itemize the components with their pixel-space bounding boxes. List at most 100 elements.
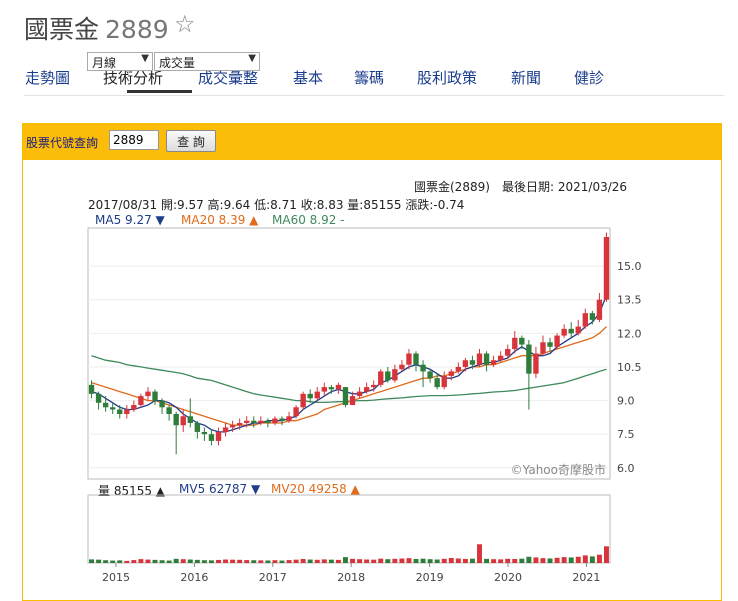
volume-bar [371, 559, 377, 563]
candle-body [173, 414, 179, 426]
price-tick-label: 12.0 [617, 327, 642, 340]
candle-body [166, 407, 172, 415]
year-tick-label: 2021 [572, 571, 600, 584]
volume-bar [286, 560, 292, 563]
candle-body [342, 387, 349, 406]
candle-body [138, 396, 144, 406]
volume-bar [279, 560, 285, 563]
volume-bar [441, 558, 447, 563]
volume-bars [89, 544, 609, 563]
volume-bar [272, 560, 278, 563]
volume-bar [265, 560, 271, 563]
candle-body [335, 384, 342, 390]
volume-bar [364, 559, 370, 563]
volume-bar [604, 546, 609, 563]
volume-bar [491, 559, 497, 563]
axis-ticks: 15.013.512.010.59.07.56.0800K600K400K200… [102, 260, 642, 584]
candle-body [279, 418, 285, 421]
volume-bar [251, 560, 257, 563]
candle-body [554, 335, 560, 347]
price-tick-label: 6.0 [617, 462, 635, 475]
volume-bar [166, 560, 172, 563]
candle-body [293, 407, 299, 417]
candle-body [314, 391, 320, 399]
candle-body [124, 409, 130, 415]
candle-body [117, 409, 123, 415]
candle-body [533, 353, 539, 374]
volume-bar [498, 559, 504, 563]
volume-bar [223, 559, 229, 563]
watermark: ©Yahoo奇摩股市 [511, 462, 606, 477]
volume-bar [448, 558, 454, 563]
volume-bar [314, 559, 320, 563]
volume-bar [469, 558, 475, 563]
volume-bar [420, 558, 426, 563]
candle-body [152, 391, 158, 401]
volume-bar [399, 558, 405, 563]
candle-body [490, 360, 497, 365]
volume-bar [575, 556, 581, 563]
candle-body [215, 431, 222, 441]
year-tick-label: 2020 [494, 571, 522, 584]
volume-bar [173, 558, 179, 563]
volume-bar [89, 559, 94, 563]
price-tick-label: 13.5 [617, 294, 642, 307]
volume-bar [533, 557, 539, 563]
volume-bar [413, 558, 419, 563]
candle-body [497, 355, 504, 361]
candle-body [483, 353, 490, 365]
volume-bar [455, 558, 461, 563]
volume-bar [300, 558, 306, 563]
price-tick-label: 15.0 [617, 260, 642, 273]
volume-bar [124, 560, 130, 563]
volume-bar [293, 559, 299, 563]
candle-body [420, 364, 426, 372]
candle-body [201, 431, 208, 435]
volume-bar [582, 555, 588, 563]
candle-body [208, 434, 215, 441]
volume-bar [117, 560, 123, 563]
volume-bar [237, 559, 243, 563]
candle-body [145, 391, 151, 397]
candle-body [272, 418, 278, 423]
candle-body [399, 364, 405, 370]
volume-bar [244, 560, 250, 563]
volume-bar [335, 559, 341, 563]
volume-bar [427, 559, 433, 563]
volume-bar [230, 559, 236, 563]
volume-bar [201, 560, 207, 563]
candle-body [159, 400, 165, 408]
volume-bar [512, 558, 518, 563]
candle-body [392, 369, 398, 381]
volume-bar [547, 558, 553, 563]
volume-bar [96, 559, 102, 563]
candle-body [102, 402, 109, 408]
candle-body [258, 420, 264, 423]
candle-body [427, 371, 433, 379]
gridlines [88, 265, 610, 567]
price-tick-label: 10.5 [617, 361, 642, 374]
candle-body [582, 313, 588, 327]
volume-bar [378, 558, 384, 563]
candle-body [187, 416, 193, 423]
volume-bar [526, 556, 532, 563]
year-tick-label: 2019 [416, 571, 444, 584]
volume-bar [307, 559, 313, 563]
candle-body [321, 387, 327, 392]
volume-bar [152, 559, 158, 563]
year-tick-label: 2018 [337, 571, 365, 584]
volume-bar [145, 559, 151, 563]
volume-bar [328, 559, 334, 563]
candle-body [462, 360, 469, 367]
candle-body [505, 349, 511, 356]
volume-bar [258, 560, 264, 563]
candle-body [476, 353, 483, 365]
volume-bar [561, 557, 567, 563]
candle-body [406, 353, 412, 365]
candle-body [251, 420, 257, 423]
candle-body [363, 387, 370, 392]
volume-bar [385, 559, 391, 563]
candle-body [356, 391, 363, 397]
candle-body [349, 396, 356, 406]
candle-body [300, 393, 306, 408]
